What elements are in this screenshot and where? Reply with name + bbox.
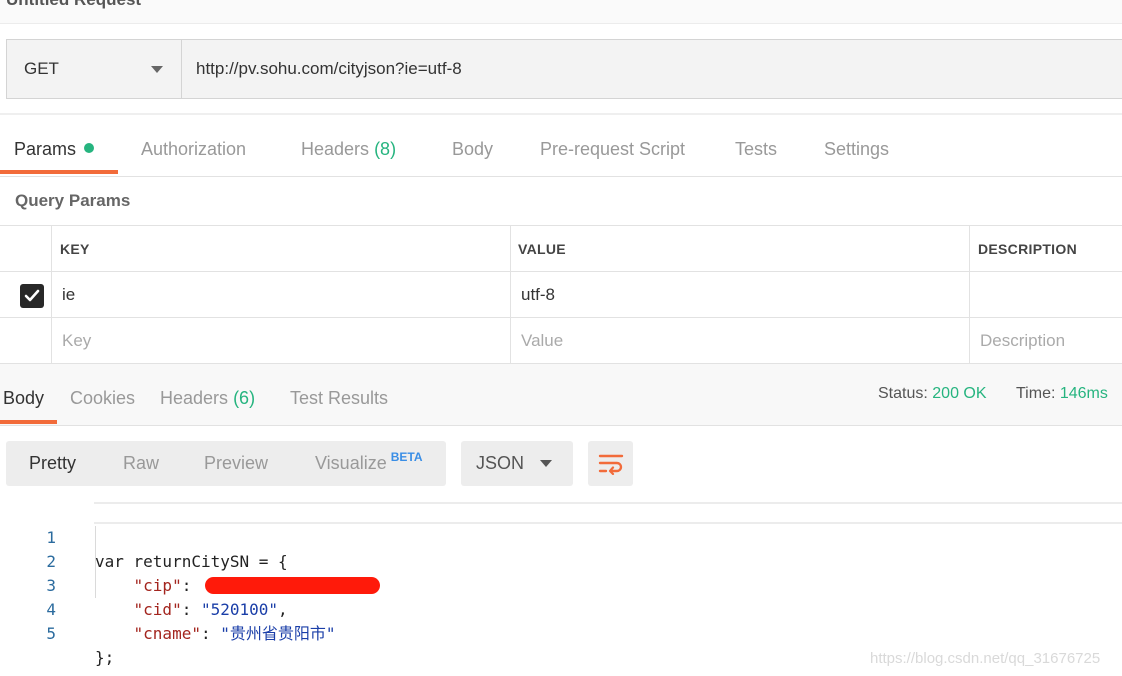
active-response-tab-underline — [0, 420, 57, 424]
request-title[interactable]: Untitled Request — [6, 0, 141, 10]
divider — [0, 113, 1122, 115]
tab-headers[interactable]: Headers (8) — [301, 139, 396, 160]
new-value-input[interactable]: Value — [521, 318, 961, 364]
response-tab-test-results-label: Test Results — [290, 388, 389, 408]
response-tab-headers-count: (6) — [233, 388, 256, 408]
query-params-title: Query Params — [15, 191, 131, 210]
code-line: 5 }; — [0, 598, 114, 667]
tab-authorization-label: Authorization — [141, 139, 247, 159]
param-key-field[interactable]: ie — [62, 272, 502, 317]
param-description-field[interactable] — [980, 272, 1120, 317]
tab-settings[interactable]: Settings — [824, 139, 889, 160]
new-description-input[interactable]: Description — [980, 318, 1120, 364]
method-select[interactable]: GET — [7, 40, 182, 98]
code-line: 2 "cip": — [0, 526, 380, 595]
request-tabs: Params Authorization Headers (8) Body Pr… — [0, 123, 1122, 177]
response-body-viewer[interactable]: 1 var returnCitySN = { 2 "cip": 3 "cid":… — [0, 502, 1122, 667]
param-value-field[interactable]: utf-8 — [521, 272, 961, 317]
param-enabled-checkbox[interactable] — [20, 284, 44, 308]
table-row: ie utf-8 — [0, 272, 1122, 318]
response-tab-cookies-label: Cookies — [70, 388, 136, 408]
response-tab-headers[interactable]: Headers (6) — [160, 388, 255, 409]
tab-pre-request-script[interactable]: Pre-request Script — [540, 139, 685, 160]
params-table: KEY VALUE DESCRIPTION ie utf-8 Key Value… — [0, 225, 1122, 364]
status-label: Status: — [878, 385, 928, 402]
response-tab-test-results[interactable]: Test Results — [290, 388, 388, 409]
request-bar: GET http://pv.sohu.com/cityjson?ie=utf-8 — [6, 39, 1122, 99]
code-text: }; — [95, 648, 115, 667]
chevron-down-icon — [151, 66, 163, 73]
line-number: 5 — [46, 624, 56, 643]
tab-body-label: Body — [452, 139, 494, 159]
tab-authorization[interactable]: Authorization — [141, 139, 246, 160]
tab-headers-count: (8) — [374, 139, 397, 159]
key-column-header: KEY — [60, 240, 90, 257]
code-line: 3 "cid": "520100", — [0, 550, 287, 619]
code-text: "cip": — [95, 574, 380, 598]
watermark: https://blog.csdn.net/qq_31676725 — [870, 650, 1101, 667]
wrap-lines-button[interactable] — [588, 441, 633, 486]
redaction-mark — [204, 577, 380, 594]
response-status: Status: 200 OK — [878, 385, 987, 403]
view-raw-button[interactable]: Raw — [123, 453, 159, 474]
json-key: "cip" — [133, 576, 182, 595]
json-comma: , — [278, 600, 288, 619]
tab-tests-label: Tests — [735, 139, 778, 159]
code-text: var returnCitySN = { — [95, 552, 288, 571]
format-label: JSON — [476, 453, 525, 473]
params-header-row: KEY VALUE DESCRIPTION — [0, 226, 1122, 272]
status-value: 200 OK — [932, 385, 987, 402]
response-time: Time: 146ms — [1016, 385, 1108, 403]
code-text: "cname": "贵州省贵阳市" — [133, 624, 336, 643]
json-value: "贵州省贵阳市" — [220, 624, 336, 643]
response-tab-headers-label: Headers — [160, 388, 229, 408]
tab-tests[interactable]: Tests — [735, 139, 777, 160]
code-line: 4 "cname": "贵州省贵阳市" — [0, 574, 335, 643]
json-key: "cid" — [133, 600, 182, 619]
active-tab-underline — [0, 170, 118, 174]
json-value: "520100" — [200, 600, 279, 619]
check-icon — [24, 289, 40, 302]
table-row-empty: Key Value Description — [0, 318, 1122, 364]
json-key: "cname" — [133, 624, 201, 643]
value-column-header: VALUE — [518, 240, 566, 257]
tab-headers-label: Headers — [301, 139, 370, 159]
view-preview-button[interactable]: Preview — [204, 453, 268, 474]
description-column-header: DESCRIPTION — [978, 240, 1077, 257]
tab-params[interactable]: Params — [14, 139, 95, 160]
method-label: GET — [24, 59, 59, 78]
response-tabs: Body Cookies Headers (6) Test Results St… — [0, 364, 1122, 426]
request-title-bar: Untitled Request — [0, 0, 1122, 24]
code-text: "cid": "520100", — [133, 600, 288, 619]
params-indicator-dot — [84, 143, 95, 153]
view-visualize-label: Visualize — [315, 453, 387, 473]
tab-params-label: Params — [14, 139, 77, 159]
tab-settings-label: Settings — [824, 139, 890, 159]
time-value: 146ms — [1059, 385, 1108, 402]
view-mode-bar: Pretty Raw Preview Visualize BETA — [6, 441, 446, 486]
wrap-lines-icon — [598, 454, 623, 475]
response-tab-cookies[interactable]: Cookies — [70, 388, 135, 409]
tab-pre-request-script-label: Pre-request Script — [540, 139, 686, 159]
url-input[interactable]: http://pv.sohu.com/cityjson?ie=utf-8 — [182, 40, 1122, 98]
beta-badge: BETA — [390, 450, 423, 464]
code-line: 1 var returnCitySN = { — [0, 502, 287, 571]
view-visualize-button[interactable]: Visualize BETA — [315, 450, 423, 474]
response-tab-body-label: Body — [3, 388, 45, 408]
tab-body[interactable]: Body — [452, 139, 493, 160]
new-key-input[interactable]: Key — [62, 318, 502, 364]
format-select[interactable]: JSON — [461, 441, 573, 486]
time-label: Time: — [1016, 385, 1056, 402]
response-tab-body[interactable]: Body — [3, 388, 44, 409]
chevron-down-icon — [540, 460, 552, 467]
view-pretty-button[interactable]: Pretty — [29, 453, 76, 474]
current-line-highlight — [94, 502, 1122, 524]
